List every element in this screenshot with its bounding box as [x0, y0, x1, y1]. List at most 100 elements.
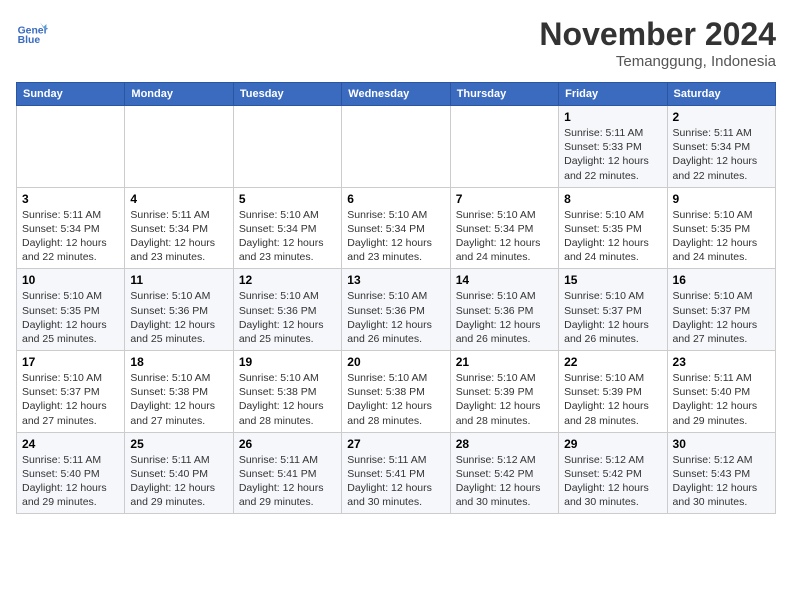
calendar-cell: 19 Sunrise: 5:10 AM Sunset: 5:38 PM Dayli… — [233, 351, 341, 433]
day-number: 17 — [22, 355, 119, 369]
day-number: 22 — [564, 355, 661, 369]
calendar-cell: 6Sunrise: 5:10 AM Sunset: 5:34 PM Daylig… — [342, 187, 450, 269]
calendar-cell: 11 Sunrise: 5:10 AM Sunset: 5:36 PM Dayli… — [125, 269, 233, 351]
calendar-cell — [125, 106, 233, 188]
calendar-cell: 3Sunrise: 5:11 AM Sunset: 5:34 PM Daylig… — [17, 187, 125, 269]
calendar-cell: 7 Sunrise: 5:10 AM Sunset: 5:34 PM Daylig… — [450, 187, 558, 269]
calendar-cell: 8 Sunrise: 5:10 AM Sunset: 5:35 PM Daylig… — [559, 187, 667, 269]
calendar-cell: 2 Sunrise: 5:11 AM Sunset: 5:34 PM Daylig… — [667, 106, 775, 188]
column-header-monday: Monday — [125, 83, 233, 106]
day-number: 9 — [673, 192, 770, 206]
svg-text:Blue: Blue — [18, 35, 41, 46]
calendar-cell: 12Sunrise: 5:10 AM Sunset: 5:36 PM Dayli… — [233, 269, 341, 351]
calendar-cell: 25Sunrise: 5:11 AM Sunset: 5:40 PM Dayli… — [125, 432, 233, 514]
day-info: Sunrise: 5:12 AM Sunset: 5:42 PM Dayligh… — [564, 453, 661, 510]
day-number: 11 — [130, 273, 227, 287]
day-info: Sunrise: 5:10 AM Sunset: 5:34 PM Dayligh… — [456, 208, 553, 265]
calendar-header-row: SundayMondayTuesdayWednesdayThursdayFrid… — [17, 83, 776, 106]
logo-icon: General Blue — [16, 16, 48, 48]
calendar-cell: 18 Sunrise: 5:10 AM Sunset: 5:38 PM Dayli… — [125, 351, 233, 433]
calendar-cell: 1 Sunrise: 5:11 AM Sunset: 5:33 PM Daylig… — [559, 106, 667, 188]
day-info: Sunrise: 5:10 AM Sunset: 5:36 PM Dayligh… — [456, 289, 553, 346]
day-number: 5 — [239, 192, 336, 206]
day-info: Sunrise: 5:11 AM Sunset: 5:34 PM Dayligh… — [22, 208, 119, 265]
calendar-cell: 10 Sunrise: 5:10 AM Sunset: 5:35 PM Dayli… — [17, 269, 125, 351]
day-number: 28 — [456, 437, 553, 451]
calendar-cell: 5 Sunrise: 5:10 AM Sunset: 5:34 PM Daylig… — [233, 187, 341, 269]
calendar-table: SundayMondayTuesdayWednesdayThursdayFrid… — [16, 82, 776, 514]
calendar-cell — [233, 106, 341, 188]
column-header-wednesday: Wednesday — [342, 83, 450, 106]
title-block: November 2024 Temanggung, Indonesia — [539, 16, 776, 70]
day-number: 19 — [239, 355, 336, 369]
calendar-cell: 9Sunrise: 5:10 AM Sunset: 5:35 PM Daylig… — [667, 187, 775, 269]
calendar-cell: 29Sunrise: 5:12 AM Sunset: 5:42 PM Dayli… — [559, 432, 667, 514]
calendar-cell — [450, 106, 558, 188]
day-number: 1 — [564, 110, 661, 124]
day-info: Sunrise: 5:11 AM Sunset: 5:40 PM Dayligh… — [673, 371, 770, 428]
calendar-cell: 30 Sunrise: 5:12 AM Sunset: 5:43 PM Dayli… — [667, 432, 775, 514]
day-info: Sunrise: 5:10 AM Sunset: 5:37 PM Dayligh… — [564, 289, 661, 346]
day-number: 7 — [456, 192, 553, 206]
day-info: Sunrise: 5:10 AM Sunset: 5:39 PM Dayligh… — [564, 371, 661, 428]
day-info: Sunrise: 5:10 AM Sunset: 5:35 PM Dayligh… — [564, 208, 661, 265]
day-number: 4 — [130, 192, 227, 206]
calendar-cell: 27 Sunrise: 5:11 AM Sunset: 5:41 PM Dayli… — [342, 432, 450, 514]
day-number: 26 — [239, 437, 336, 451]
day-info: Sunrise: 5:10 AM Sunset: 5:36 PM Dayligh… — [130, 289, 227, 346]
calendar-cell: 13 Sunrise: 5:10 AM Sunset: 5:36 PM Dayli… — [342, 269, 450, 351]
day-info: Sunrise: 5:10 AM Sunset: 5:34 PM Dayligh… — [239, 208, 336, 265]
day-number: 2 — [673, 110, 770, 124]
calendar-cell: 16Sunrise: 5:10 AM Sunset: 5:37 PM Dayli… — [667, 269, 775, 351]
day-info: Sunrise: 5:11 AM Sunset: 5:41 PM Dayligh… — [347, 453, 444, 510]
logo: General Blue — [16, 16, 48, 48]
calendar-cell: 26Sunrise: 5:11 AM Sunset: 5:41 PM Dayli… — [233, 432, 341, 514]
calendar-week-row: 1 Sunrise: 5:11 AM Sunset: 5:33 PM Daylig… — [17, 106, 776, 188]
day-number: 16 — [673, 273, 770, 287]
page-header: General Blue November 2024 Temanggung, I… — [16, 16, 776, 70]
day-number: 23 — [673, 355, 770, 369]
calendar-cell — [17, 106, 125, 188]
calendar-week-row: 17 Sunrise: 5:10 AM Sunset: 5:37 PM Dayli… — [17, 351, 776, 433]
day-info: Sunrise: 5:12 AM Sunset: 5:42 PM Dayligh… — [456, 453, 553, 510]
day-info: Sunrise: 5:10 AM Sunset: 5:35 PM Dayligh… — [22, 289, 119, 346]
calendar-week-row: 24 Sunrise: 5:11 AM Sunset: 5:40 PM Dayli… — [17, 432, 776, 514]
column-header-saturday: Saturday — [667, 83, 775, 106]
calendar-cell: 22 Sunrise: 5:10 AM Sunset: 5:39 PM Dayli… — [559, 351, 667, 433]
column-header-thursday: Thursday — [450, 83, 558, 106]
calendar-week-row: 3Sunrise: 5:11 AM Sunset: 5:34 PM Daylig… — [17, 187, 776, 269]
day-number: 14 — [456, 273, 553, 287]
day-number: 18 — [130, 355, 227, 369]
day-number: 21 — [456, 355, 553, 369]
day-number: 30 — [673, 437, 770, 451]
calendar-cell: 28 Sunrise: 5:12 AM Sunset: 5:42 PM Dayli… — [450, 432, 558, 514]
calendar-cell: 20Sunrise: 5:10 AM Sunset: 5:38 PM Dayli… — [342, 351, 450, 433]
day-info: Sunrise: 5:10 AM Sunset: 5:38 PM Dayligh… — [239, 371, 336, 428]
day-number: 20 — [347, 355, 444, 369]
calendar-cell: 24 Sunrise: 5:11 AM Sunset: 5:40 PM Dayli… — [17, 432, 125, 514]
day-info: Sunrise: 5:10 AM Sunset: 5:36 PM Dayligh… — [347, 289, 444, 346]
day-number: 12 — [239, 273, 336, 287]
day-number: 27 — [347, 437, 444, 451]
day-info: Sunrise: 5:10 AM Sunset: 5:38 PM Dayligh… — [130, 371, 227, 428]
calendar-week-row: 10 Sunrise: 5:10 AM Sunset: 5:35 PM Dayli… — [17, 269, 776, 351]
day-info: Sunrise: 5:11 AM Sunset: 5:34 PM Dayligh… — [673, 126, 770, 183]
day-number: 13 — [347, 273, 444, 287]
column-header-tuesday: Tuesday — [233, 83, 341, 106]
day-info: Sunrise: 5:11 AM Sunset: 5:34 PM Dayligh… — [130, 208, 227, 265]
day-info: Sunrise: 5:10 AM Sunset: 5:37 PM Dayligh… — [22, 371, 119, 428]
day-info: Sunrise: 5:11 AM Sunset: 5:40 PM Dayligh… — [22, 453, 119, 510]
day-number: 24 — [22, 437, 119, 451]
day-info: Sunrise: 5:12 AM Sunset: 5:43 PM Dayligh… — [673, 453, 770, 510]
page-title: November 2024 — [539, 16, 776, 53]
page-subtitle: Temanggung, Indonesia — [539, 53, 776, 70]
day-info: Sunrise: 5:10 AM Sunset: 5:34 PM Dayligh… — [347, 208, 444, 265]
day-info: Sunrise: 5:11 AM Sunset: 5:33 PM Dayligh… — [564, 126, 661, 183]
day-number: 8 — [564, 192, 661, 206]
day-number: 10 — [22, 273, 119, 287]
calendar-cell: 21Sunrise: 5:10 AM Sunset: 5:39 PM Dayli… — [450, 351, 558, 433]
calendar-cell: 23 Sunrise: 5:11 AM Sunset: 5:40 PM Dayli… — [667, 351, 775, 433]
calendar-cell: 15 Sunrise: 5:10 AM Sunset: 5:37 PM Dayli… — [559, 269, 667, 351]
calendar-cell: 14 Sunrise: 5:10 AM Sunset: 5:36 PM Dayli… — [450, 269, 558, 351]
day-number: 15 — [564, 273, 661, 287]
